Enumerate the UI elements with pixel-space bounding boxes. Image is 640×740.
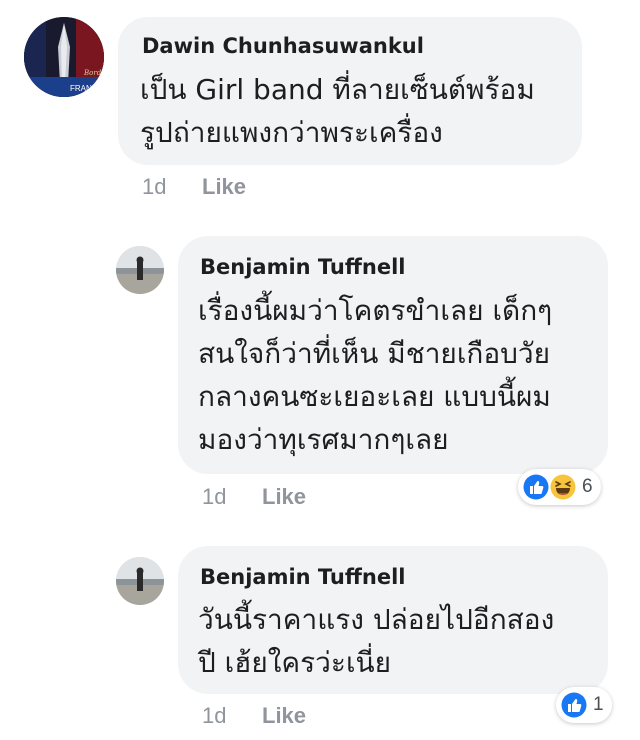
like-icon bbox=[560, 691, 588, 719]
avatar-caption: FRANC bbox=[70, 84, 98, 93]
comment-timestamp[interactable]: 1d bbox=[202, 703, 226, 729]
comment-author[interactable]: Dawin Chunhasuwankul bbox=[142, 34, 424, 58]
reaction-count: 1 bbox=[593, 694, 604, 715]
avatar-benjamin[interactable] bbox=[116, 557, 164, 605]
reaction-summary[interactable]: 1 bbox=[556, 687, 612, 723]
like-button[interactable]: Like bbox=[262, 703, 306, 729]
reaction-count: 6 bbox=[582, 476, 593, 497]
comment-author[interactable]: Benjamin Tuffnell bbox=[200, 255, 405, 279]
like-button[interactable]: Like bbox=[262, 484, 306, 510]
avatar-image bbox=[116, 557, 164, 605]
avatar-image bbox=[116, 246, 164, 294]
reaction-summary[interactable]: 6 bbox=[518, 469, 601, 505]
comment-author[interactable]: Benjamin Tuffnell bbox=[200, 565, 405, 589]
haha-icon bbox=[549, 473, 577, 501]
like-icon bbox=[522, 473, 550, 501]
avatar-dawin[interactable]: Bordeaux FRANC bbox=[24, 17, 104, 97]
like-button[interactable]: Like bbox=[202, 174, 246, 200]
svg-text:Bordeaux: Bordeaux bbox=[83, 69, 104, 77]
comment-text: วันนี้ราคาแรง ปล่อยไปอีกสอง ปี เฮ้ยใครว่… bbox=[198, 603, 555, 679]
comment-timestamp[interactable]: 1d bbox=[142, 174, 166, 200]
comment-timestamp[interactable]: 1d bbox=[202, 484, 226, 510]
avatar-image: Bordeaux FRANC bbox=[24, 17, 104, 97]
comment-text: เรื่องนี้ผมว่าโคตรขำเลย เด็กๆ สนใจก็ว่าท… bbox=[198, 294, 553, 456]
comment-text: เป็น Girl band ที่ลายเซ็นต์พร้อม รูปถ่าย… bbox=[140, 73, 535, 149]
avatar-benjamin[interactable] bbox=[116, 246, 164, 294]
